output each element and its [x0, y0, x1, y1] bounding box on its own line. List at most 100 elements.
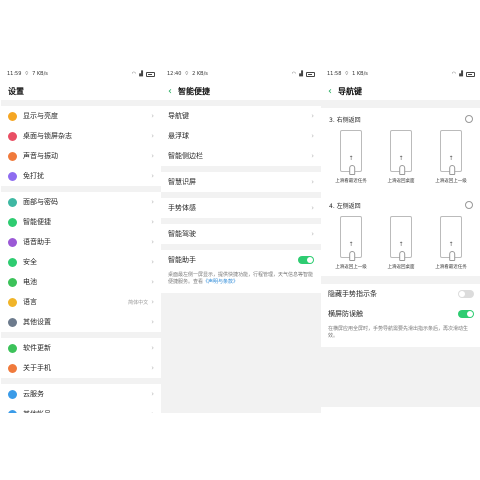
chevron-right-icon: ›: [311, 178, 314, 186]
wifi-icon: ◠: [131, 71, 137, 77]
chevron-right-icon: ›: [311, 132, 314, 140]
battery-status-icon: [146, 71, 155, 77]
update-icon: [8, 343, 17, 353]
settings-screen: 11:59 ⌔ 7 KB/s ◠ ▟ 设置 显示与亮度 › 桌面与锁屏杂志 › 声音与振…: [1, 66, 161, 413]
settings-item-shield[interactable]: 安全 ›: [1, 252, 161, 272]
settings-item-info[interactable]: 关于手机 ›: [1, 358, 161, 378]
settings-item-label: 其他帐号: [23, 409, 151, 413]
option-left-back-illustrations: ↑ 上滑返回上一级 ↑ 上滑返回桌面 ↑ 上滑看最近任务: [321, 216, 480, 270]
chevron-right-icon: ›: [151, 364, 154, 372]
status-bar: 11:58 ⌔ 1 KB/s ◠ ▟: [321, 66, 480, 82]
menu-item-smart-driving[interactable]: 智能驾驶 ›: [161, 224, 321, 244]
chevron-right-icon: ›: [151, 198, 154, 206]
settings-item-label: 桌面与锁屏杂志: [23, 132, 72, 140]
chevron-right-icon: ›: [151, 152, 154, 160]
notification-icon: ⌔: [24, 71, 30, 77]
settings-item-smart[interactable]: 智能便捷 ›: [1, 212, 161, 232]
chevron-right-icon: ›: [151, 172, 154, 180]
menu-item-nav-keys[interactable]: 导航键 ›: [161, 106, 321, 126]
settings-item-battery[interactable]: 电池 ›: [1, 272, 161, 292]
description-text: 桌面最左侧一屏显示，提供快捷功能，行程管理，天气信息等智能便捷服务。查看: [168, 272, 314, 286]
illustration-caption: 上滑看最近任务: [435, 265, 467, 270]
menu-item-gestures[interactable]: 手势体感 ›: [161, 198, 321, 218]
menu-item-label: 悬浮球: [168, 132, 189, 140]
battery-icon: [8, 277, 17, 287]
menu-item-label: 智能侧边栏: [168, 152, 203, 160]
phone-illustration: ↑: [390, 216, 412, 261]
settings-item-label: 其他设置: [23, 318, 51, 326]
settings-item-moon[interactable]: 免打扰 ›: [1, 166, 161, 186]
divider: [321, 276, 480, 284]
settings-item-label: 免打扰: [23, 172, 44, 180]
microphone-icon: [8, 237, 17, 247]
palette-icon: [8, 131, 17, 141]
toggle-knob: [459, 291, 465, 297]
smart-icon: [8, 217, 17, 227]
status-bar: 12:40 ⌔ 2 KB/s ◠ ▟: [161, 66, 321, 82]
settings-item-label: 语音助手: [23, 238, 51, 246]
settings-item-microphone[interactable]: 语音助手 ›: [1, 232, 161, 252]
menu-item-smart-screen-recognition[interactable]: 智慧识屏 ›: [161, 172, 321, 192]
battery-status-icon: [466, 71, 475, 77]
option-radio[interactable]: [465, 115, 473, 123]
shield-icon: [8, 257, 17, 267]
chevron-right-icon: ›: [151, 318, 154, 326]
network-speed: 1 KB/s: [352, 71, 368, 77]
back-icon[interactable]: ‹: [168, 86, 172, 97]
network-speed: 7 KB/s: [32, 71, 48, 77]
option-radio[interactable]: [465, 201, 473, 209]
chevron-right-icon: ›: [311, 152, 314, 160]
back-icon[interactable]: ‹: [328, 86, 332, 97]
finger-icon: [399, 165, 406, 175]
illustration-item: ↑ 上滑返回上一级: [429, 130, 473, 184]
settings-item-label: 语言: [23, 298, 37, 306]
divider: [321, 346, 480, 407]
settings-item-label: 云服务: [23, 390, 44, 398]
illustration-item: ↑ 上滑看最近任务: [429, 216, 473, 270]
face-icon: [8, 197, 17, 207]
smart-assistant-toggle[interactable]: [298, 256, 314, 264]
settings-item-speaker[interactable]: 声音与振动 ›: [1, 146, 161, 166]
menu-item-label: 智慧识屏: [168, 178, 196, 186]
option-right-back[interactable]: 3. 右侧返回: [321, 108, 480, 130]
hide-indicator-toggle[interactable]: [458, 290, 474, 298]
illustration-caption: 上滑看最近任务: [335, 179, 367, 184]
clock: 12:40: [167, 71, 182, 77]
menu-item-floating-ball[interactable]: 悬浮球 ›: [161, 126, 321, 146]
signal-icon: ▟: [139, 71, 143, 77]
chevron-right-icon: ›: [151, 298, 154, 306]
option-left-back[interactable]: 4. 左侧返回: [321, 194, 480, 216]
chevron-right-icon: ›: [151, 132, 154, 140]
clock: 11:59: [7, 71, 22, 77]
landscape-label: 横屏防误触: [328, 310, 363, 318]
menu-item-smart-sidebar[interactable]: 智能侧边栏 ›: [161, 146, 321, 166]
chevron-right-icon: ›: [151, 238, 154, 246]
settings-item-account[interactable]: 其他帐号›: [1, 404, 161, 413]
settings-item-update[interactable]: 软件更新 ›: [1, 338, 161, 358]
wifi-icon: ◠: [451, 71, 457, 77]
settings-item-label: 面部与密码: [23, 198, 58, 206]
option-label: 4. 左侧返回: [329, 202, 361, 210]
settings-item-language[interactable]: 语言 简体中文 ›: [1, 292, 161, 312]
signal-icon: ▟: [459, 71, 463, 77]
title-bar: ‹ 导航键: [321, 82, 480, 100]
notification-icon: ⌔: [184, 71, 190, 77]
arrow-up-icon: ↑: [398, 241, 404, 248]
account-icon: [8, 409, 17, 413]
settings-list: 显示与亮度 › 桌面与锁屏杂志 › 声音与振动 › 免打扰 › 面部与密码 › 智能便捷 › 语音助手 ›…: [1, 106, 161, 413]
settings-item-sun[interactable]: 显示与亮度 ›: [1, 106, 161, 126]
status-bar: 11:59 ⌔ 7 KB/s ◠ ▟: [1, 66, 161, 82]
clock: 11:58: [327, 71, 342, 77]
chevron-right-icon: ›: [311, 112, 314, 120]
settings-item-face[interactable]: 面部与密码 ›: [1, 192, 161, 212]
settings-item-palette[interactable]: 桌面与锁屏杂志 ›: [1, 126, 161, 146]
finger-icon: [449, 165, 456, 175]
settings-item-cloud[interactable]: 云服务 ›: [1, 384, 161, 404]
settings-item-gear[interactable]: 其他设置 ›: [1, 312, 161, 332]
arrow-up-icon: ↑: [348, 241, 354, 248]
toggle-knob: [467, 311, 473, 317]
terms-link[interactable]: 《声明与条款》: [203, 279, 238, 285]
landscape-toggle[interactable]: [458, 310, 474, 318]
settings-item-label: 声音与振动: [23, 152, 58, 160]
settings-item-label: 电池: [23, 278, 37, 286]
